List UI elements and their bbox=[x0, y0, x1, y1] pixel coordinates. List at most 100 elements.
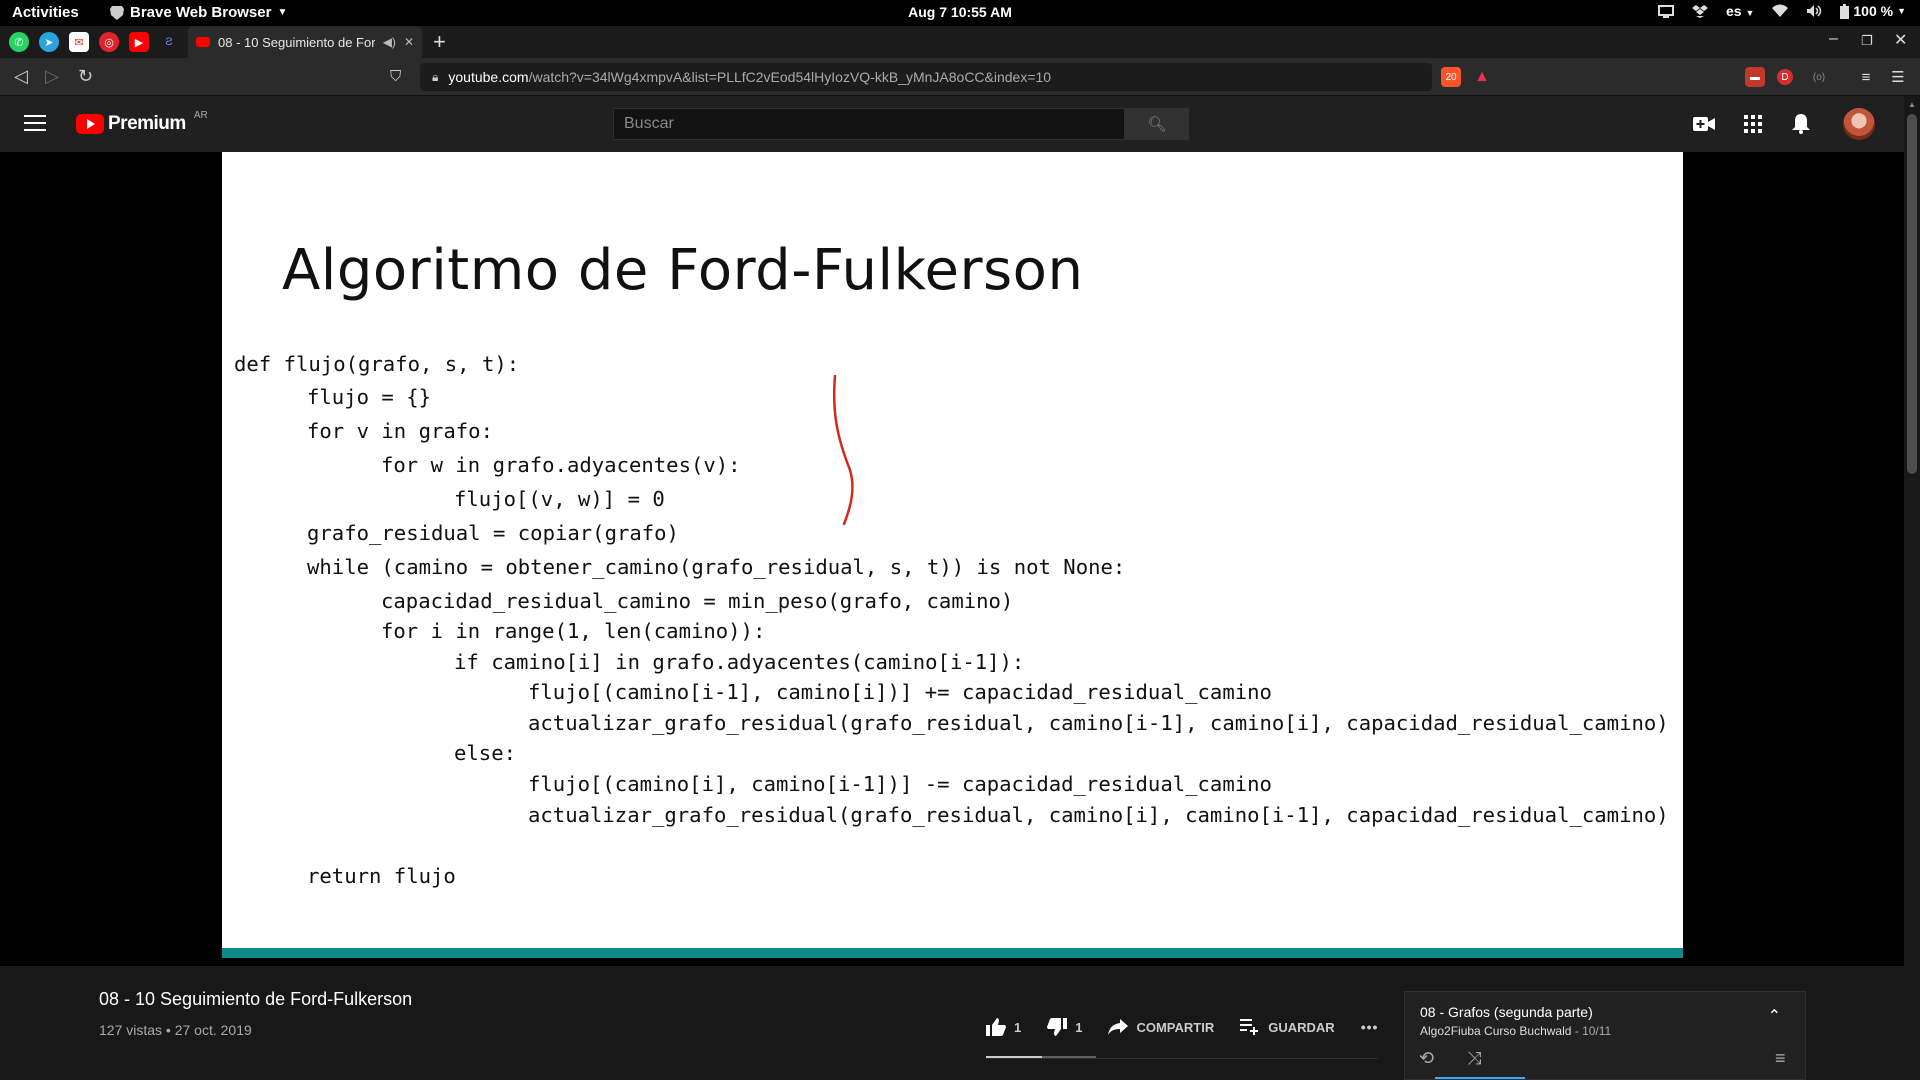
video-title: 08 - 10 Seguimiento de Ford-Fulkerson bbox=[99, 989, 413, 1009]
playlist-title: 08 - Grafos (segunda parte) bbox=[1420, 1004, 1593, 1020]
battery-label: 100 % bbox=[1853, 3, 1894, 19]
youtube-header: Premium AR 🔍︎ bbox=[0, 96, 1904, 152]
extension-radio-icon[interactable]: (o) bbox=[1809, 67, 1829, 87]
avatar[interactable] bbox=[1843, 108, 1875, 140]
dislike-count: 1 bbox=[1075, 1019, 1083, 1035]
more-options-icon: ••• bbox=[1360, 1019, 1379, 1035]
app-menu[interactable]: Brave Web Browser ▼ bbox=[110, 4, 287, 21]
playlist-channel: Algo2Fiuba Curso Buchwald bbox=[1420, 1024, 1572, 1038]
app-menu-label: Brave Web Browser bbox=[130, 4, 272, 21]
brave-shields-icon[interactable]: 20 bbox=[1441, 67, 1461, 87]
video-player[interactable]: Algoritmo de Ford-Fulkerson def flujo(gr… bbox=[0, 152, 1904, 966]
scrollbar-thumb[interactable] bbox=[1907, 114, 1917, 474]
gmail-tab-icon[interactable]: ✉ bbox=[69, 32, 89, 52]
playlist-save-icon[interactable]: ≡ bbox=[1775, 1048, 1786, 1069]
playlist-position: - 10/11 bbox=[1571, 1024, 1612, 1038]
brave-shields-count: 20 bbox=[1445, 71, 1457, 83]
like-count: 1 bbox=[1014, 1019, 1022, 1035]
chevron-down-icon: ▼ bbox=[1897, 6, 1906, 16]
close-window-button[interactable]: ✕ bbox=[1894, 30, 1907, 50]
pocket-casts-tab-icon[interactable]: ◎ bbox=[99, 32, 119, 52]
browser-menu-icon[interactable]: ☰ bbox=[1888, 67, 1908, 87]
minimize-button[interactable]: – bbox=[1829, 30, 1838, 48]
thumbs-down-icon bbox=[1047, 1018, 1068, 1036]
save-label: GUARDAR bbox=[1268, 1019, 1335, 1035]
save-button[interactable]: GUARDAR bbox=[1240, 1019, 1335, 1035]
bookmark-icon[interactable]: ⛉ bbox=[390, 68, 401, 85]
chevron-down-icon: ▼ bbox=[277, 7, 288, 18]
new-tab-button[interactable]: + bbox=[433, 29, 446, 55]
youtube-play-icon bbox=[76, 114, 104, 134]
screen-share-icon[interactable] bbox=[1657, 3, 1674, 19]
notifications-bell-icon[interactable] bbox=[1789, 112, 1813, 136]
create-video-icon[interactable] bbox=[1692, 112, 1716, 136]
youtube-logo[interactable]: Premium AR bbox=[76, 109, 208, 135]
logo-text: Premium bbox=[108, 113, 186, 134]
search-box: 🔍︎ bbox=[613, 108, 1189, 140]
battery-icon bbox=[1840, 3, 1850, 19]
apps-grid-icon[interactable] bbox=[1741, 112, 1765, 136]
thumbs-up-icon bbox=[986, 1018, 1006, 1036]
tab-active[interactable]: 08 - 10 Seguimiento de Ford-Fulkerson - … bbox=[188, 26, 422, 58]
whatsapp-tab-icon[interactable]: ✆ bbox=[9, 32, 29, 52]
tab-strip: ✆ ➤ ✉ ◎ ▶ Ƨ 08 - 10 Seguimiento de Ford-… bbox=[0, 26, 1920, 58]
dropbox-icon[interactable] bbox=[1691, 3, 1708, 19]
more-actions-button[interactable]: ••• bbox=[1361, 1019, 1379, 1035]
loop-icon[interactable]: ⟲ bbox=[1419, 1048, 1434, 1069]
video-info: 08 - 10 Seguimiento de Ford-Fulkerson 12… bbox=[0, 966, 1904, 1080]
chevron-down-icon: ▼ bbox=[1745, 8, 1755, 18]
back-button[interactable]: ◁ bbox=[14, 66, 28, 87]
like-button[interactable]: 1 bbox=[986, 1018, 1021, 1036]
browser-toolbar: ◁ ▷ ↻ ⛉ 🔒︎ youtube.com/watch?v=34lWg4xmp… bbox=[0, 58, 1920, 96]
share-arrow-icon bbox=[1108, 1019, 1129, 1035]
search-input[interactable] bbox=[613, 108, 1125, 140]
youtube-favicon-icon bbox=[196, 37, 210, 47]
app-tab-icon[interactable]: Ƨ bbox=[159, 32, 179, 52]
url-host: youtube.com bbox=[448, 69, 529, 85]
extension-d-icon[interactable]: D bbox=[1777, 69, 1793, 85]
search-button[interactable]: 🔍︎ bbox=[1125, 108, 1189, 140]
reload-button[interactable]: ↻ bbox=[78, 66, 93, 87]
search-icon: 🔍︎ bbox=[1147, 116, 1167, 133]
clock[interactable]: Aug 7 10:55 AM bbox=[908, 4, 1012, 20]
youtube-tab-icon[interactable]: ▶ bbox=[129, 32, 149, 52]
battery-indicator[interactable]: 100 % ▼ bbox=[1840, 3, 1906, 19]
address-bar[interactable]: 🔒︎ youtube.com/watch?v=34lWg4xmpvA&list=… bbox=[420, 63, 1432, 91]
scroll-up-icon[interactable]: ▲ bbox=[1908, 100, 1916, 109]
speaker-icon[interactable]: ◀) bbox=[383, 35, 396, 49]
country-code: AR bbox=[193, 109, 208, 121]
restore-button[interactable]: ❐ bbox=[1861, 33, 1873, 49]
system-top-bar: Activities Brave Web Browser ▼ Aug 7 10:… bbox=[0, 0, 1920, 26]
lock-icon: 🔒︎ bbox=[432, 69, 439, 84]
shuffle-icon[interactable]: ⤨ bbox=[1467, 1048, 1481, 1069]
slide: Algoritmo de Ford-Fulkerson def flujo(gr… bbox=[222, 152, 1683, 958]
playlist-extension-icon[interactable]: ≡ bbox=[1856, 67, 1876, 87]
share-button[interactable]: COMPARTIR bbox=[1108, 1019, 1214, 1035]
page-scrollbar[interactable]: ▲ bbox=[1904, 96, 1920, 1080]
wifi-icon[interactable] bbox=[1772, 3, 1789, 19]
close-tab-icon[interactable]: ✕ bbox=[404, 35, 414, 49]
language-indicator[interactable]: es ▼ bbox=[1726, 3, 1754, 19]
playlist-panel[interactable]: 08 - Grafos (segunda parte) Algo2Fiuba C… bbox=[1404, 991, 1806, 1080]
video-actions: 1 1 COMPARTIR GUARDAR ••• bbox=[986, 1018, 1404, 1036]
pen-annotation bbox=[832, 374, 854, 526]
brave-lion-icon bbox=[110, 5, 124, 20]
dislike-button[interactable]: 1 bbox=[1047, 1018, 1082, 1036]
tab-title: 08 - 10 Seguimiento de Ford-Fulkerson - … bbox=[218, 34, 375, 50]
extension-icon[interactable]: ▬ bbox=[1745, 67, 1765, 87]
telegram-tab-icon[interactable]: ➤ bbox=[39, 32, 59, 52]
video-meta: 127 vistas • 27 oct. 2019 bbox=[99, 1022, 252, 1038]
activities-button[interactable]: Activities bbox=[12, 4, 79, 21]
volume-icon[interactable] bbox=[1806, 3, 1822, 19]
url-path: /watch?v=34lWg4xmpvA&list=PLLfC2vEod54lH… bbox=[528, 69, 1052, 85]
playlist-add-icon bbox=[1240, 1019, 1259, 1035]
language-label: es bbox=[1725, 3, 1742, 19]
brave-rewards-icon[interactable]: ▲ bbox=[1472, 67, 1492, 87]
slide-accent-bar bbox=[222, 948, 1683, 958]
chevron-up-icon[interactable]: ⌃ bbox=[1768, 1006, 1781, 1026]
playlist-subtitle: Algo2Fiuba Curso Buchwald - 10/11 bbox=[1420, 1024, 1611, 1038]
playlist-progress bbox=[1435, 1077, 1525, 1079]
share-label: COMPARTIR bbox=[1136, 1019, 1215, 1035]
hamburger-menu-icon[interactable] bbox=[24, 115, 46, 133]
forward-button[interactable]: ▷ bbox=[45, 66, 59, 87]
